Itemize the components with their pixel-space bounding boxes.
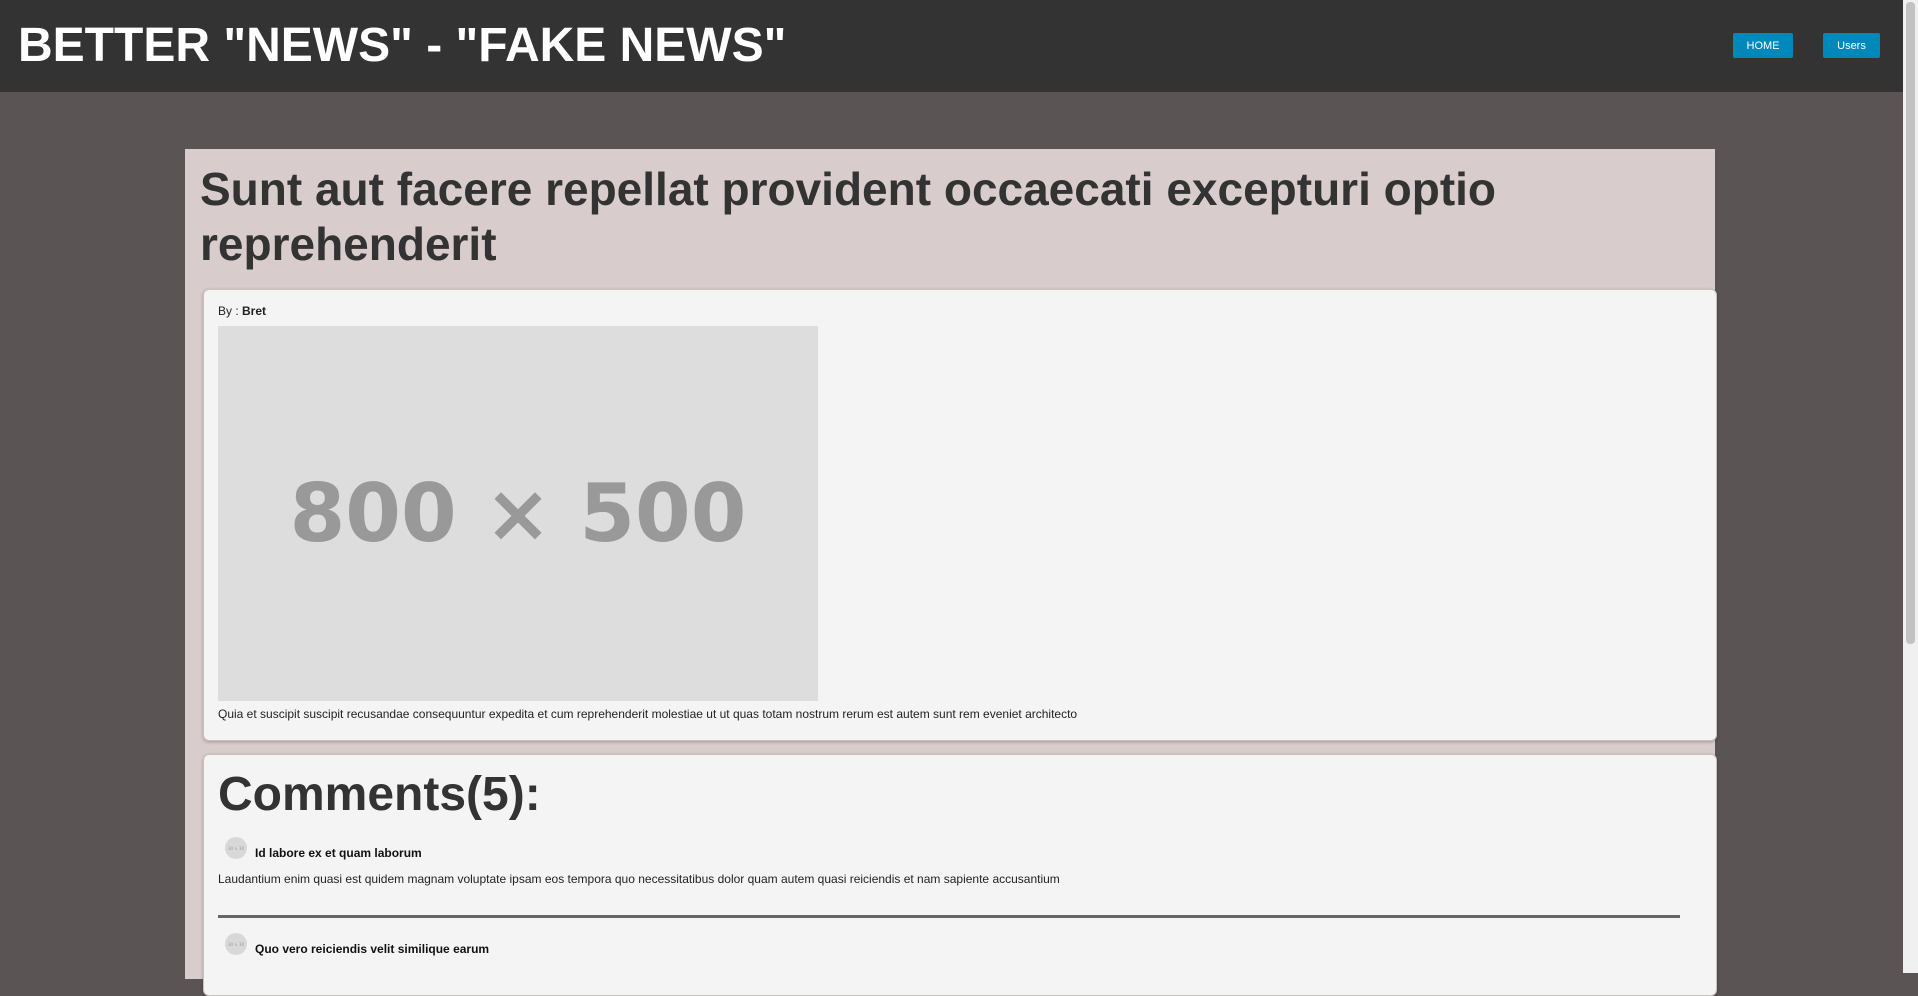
comments-card: Comments(5): 30 × 30 Id labore ex et qua…: [203, 754, 1717, 996]
post-card: By : Bret 800 × 500 Quia et suscipit sus…: [203, 289, 1717, 741]
article-title: Sunt aut facere repellat provident occae…: [200, 163, 1497, 270]
avatar: 30 × 30: [225, 933, 247, 955]
page-scrollbar[interactable]: [1903, 0, 1918, 973]
post-image: 800 × 500: [218, 326, 818, 701]
site-title: BETTER "NEWS" - "FAKE NEWS": [18, 19, 787, 72]
home-button[interactable]: HOME: [1733, 33, 1793, 58]
comments-heading: Comments(5):: [218, 768, 541, 821]
article-panel: Sunt aut facere repellat provident occae…: [185, 149, 1717, 996]
comment-body: Laudantium enim quasi est quidem magnam …: [218, 872, 1060, 886]
author-prefix: By :: [218, 304, 243, 318]
post-body: Quia et suscipit suscipit recusandae con…: [218, 707, 1078, 721]
scrollbar-thumb[interactable]: [1906, 2, 1915, 644]
avatar: 30 × 30: [225, 837, 247, 859]
author-name[interactable]: Bret: [242, 304, 266, 318]
image-placeholder-label: 800 × 500: [289, 467, 747, 560]
comment-name: Id labore ex et quam laborum: [255, 846, 422, 860]
author-line: By : Bret: [218, 304, 266, 318]
site-header: BETTER "NEWS" - "FAKE NEWS" HOME Users: [0, 0, 1903, 92]
comment-divider: [218, 915, 1680, 918]
comment-name: Quo vero reiciendis velit similique earu…: [255, 942, 490, 956]
users-button[interactable]: Users: [1823, 33, 1880, 58]
